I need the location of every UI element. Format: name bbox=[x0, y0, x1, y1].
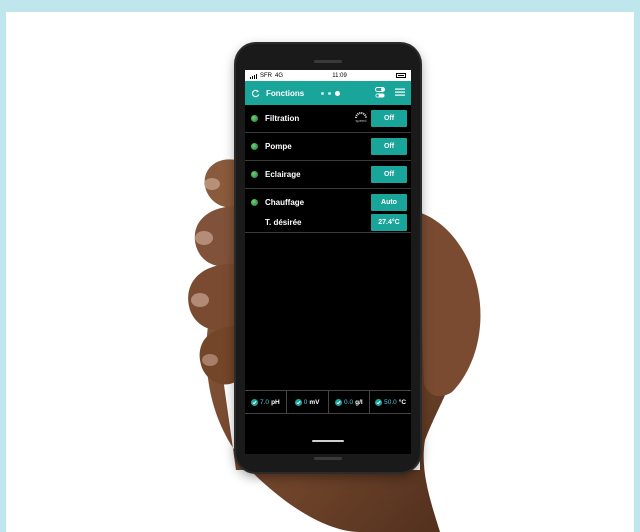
battery-icon bbox=[396, 73, 406, 78]
toggle-switches-icon[interactable] bbox=[375, 87, 385, 98]
earpiece bbox=[314, 60, 342, 63]
check-icon bbox=[294, 398, 302, 406]
metric-temperature: 50.0 °C bbox=[370, 391, 411, 413]
page-dot[interactable] bbox=[328, 92, 331, 95]
app-title: Fonctions bbox=[266, 88, 305, 98]
function-row-eclairage: Eclairage Off bbox=[245, 161, 411, 189]
carrier-label: SFR bbox=[260, 72, 272, 79]
function-row-filtration: Filtration speed Off bbox=[245, 105, 411, 133]
filtration-mode-button[interactable]: Off bbox=[371, 110, 407, 127]
page-indicator[interactable] bbox=[321, 91, 340, 96]
status-led-icon bbox=[251, 171, 258, 178]
status-time: 11:09 bbox=[332, 72, 347, 79]
metric-unit: mV bbox=[309, 398, 320, 406]
function-label: Pompe bbox=[265, 142, 292, 151]
status-led-icon bbox=[251, 143, 258, 150]
metric-value: 0.0 bbox=[344, 398, 354, 406]
check-icon bbox=[335, 398, 343, 406]
pompe-mode-button[interactable]: Off bbox=[371, 138, 407, 155]
page-dot[interactable] bbox=[321, 92, 324, 95]
metric-salt: 0.0 g/l bbox=[329, 391, 371, 413]
function-label: Chauffage bbox=[265, 197, 305, 207]
network-label: 4G bbox=[275, 72, 284, 79]
refresh-icon[interactable] bbox=[251, 89, 260, 98]
status-led-icon bbox=[251, 198, 258, 206]
metric-value: 50.0 bbox=[384, 398, 397, 406]
metric-value: 7.0 bbox=[260, 398, 270, 406]
speed-label: speed bbox=[355, 118, 367, 123]
chauffage-mode-button[interactable]: Auto bbox=[371, 193, 407, 211]
eclairage-mode-button[interactable]: Off bbox=[371, 166, 407, 183]
metrics-bar: 7.0 pH 0 mV 0.0 g/l 50.0 °C bbox=[245, 390, 411, 414]
status-led-icon bbox=[251, 115, 258, 122]
check-icon bbox=[375, 398, 383, 406]
function-label: Eclairage bbox=[265, 170, 301, 179]
metric-unit: g/l bbox=[355, 398, 363, 406]
bottom-speaker bbox=[314, 457, 342, 460]
menu-icon[interactable] bbox=[395, 87, 405, 97]
metric-value: 0 bbox=[303, 398, 308, 406]
metric-ph: 7.0 pH bbox=[245, 391, 287, 413]
metric-unit: pH bbox=[271, 398, 280, 406]
phone-screen: SFR 4G 11:09 Fonctions Filtration speed … bbox=[245, 70, 411, 454]
target-temperature-button[interactable]: 27.4°C bbox=[371, 213, 407, 231]
function-row-pompe: Pompe Off bbox=[245, 133, 411, 161]
phone-device: SFR 4G 11:09 Fonctions Filtration speed … bbox=[236, 44, 420, 472]
app-bar: Fonctions bbox=[245, 81, 411, 105]
signal-icon bbox=[250, 73, 257, 79]
check-icon bbox=[251, 398, 259, 406]
page-dot-active[interactable] bbox=[335, 91, 340, 96]
status-bar: SFR 4G 11:09 bbox=[245, 70, 411, 81]
speed-control[interactable]: speed bbox=[355, 111, 367, 123]
metric-redox: 0 mV bbox=[287, 391, 329, 413]
function-row-chauffage: Chauffage Auto T. désirée 27.4°C bbox=[245, 189, 411, 233]
metric-unit: °C bbox=[398, 398, 407, 406]
home-indicator[interactable] bbox=[312, 440, 344, 442]
target-temperature-label: T. désirée bbox=[265, 217, 302, 227]
